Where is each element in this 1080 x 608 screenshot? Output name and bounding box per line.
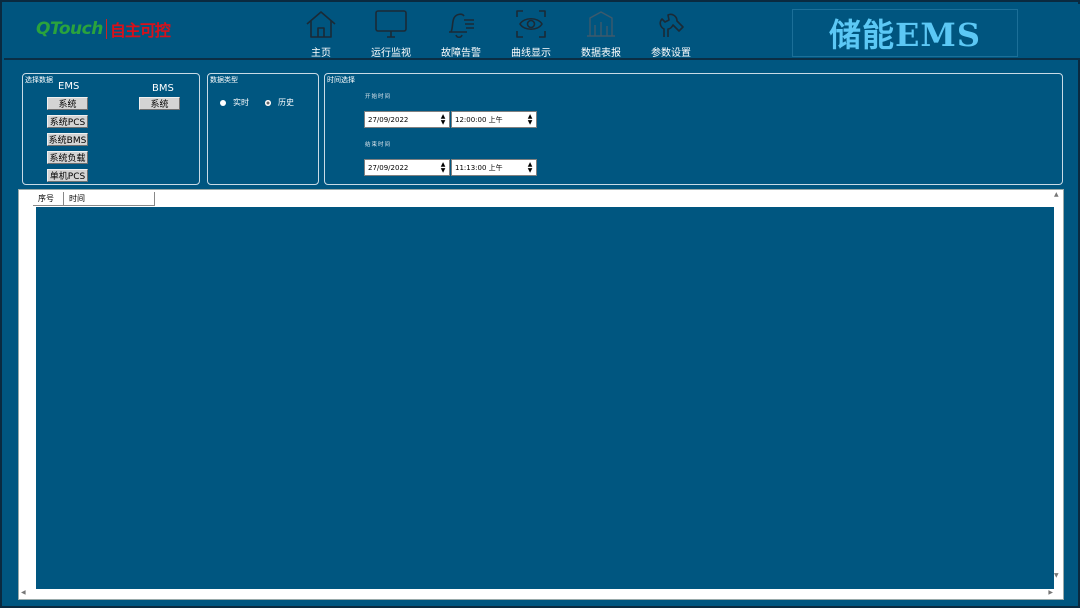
group-title: 时间选择 — [327, 76, 355, 84]
start-date-picker[interactable]: 27/09/2022 ▲ ▼ — [364, 111, 450, 128]
scroll-up-icon[interactable]: ▲ — [1054, 192, 1059, 198]
time-select-group: 时间选择 开始时间 27/09/2022 ▲ ▼ 12:00:00 上午 ▲ ▼ 结… — [324, 73, 1063, 185]
nav-label: 运行监视 — [371, 48, 411, 59]
bms-label: BMS — [152, 83, 174, 94]
bms-system-button[interactable]: 系统 — [139, 97, 180, 110]
radio-dot — [220, 99, 226, 106]
end-time-picker[interactable]: 11:13:00 上午 ▲ ▼ — [451, 159, 537, 176]
ems-system-button[interactable]: 系统 — [47, 97, 88, 110]
end-date-spinner[interactable]: ▲ ▼ — [438, 161, 448, 174]
data-table[interactable]: 序号 时间 ▲ ▼ ◀ ▶ — [18, 189, 1064, 600]
ems-label: EMS — [58, 81, 80, 92]
nav-label: 故障告警 — [441, 48, 481, 59]
radio-history[interactable]: 历史 — [265, 97, 294, 108]
nav-label: 数据表报 — [581, 48, 621, 59]
app-title: 储能EMS — [829, 16, 981, 54]
horizontal-scrollbar[interactable]: ◀ ▶ — [20, 589, 1054, 598]
ems-system-pcs-button[interactable]: 系统PCS — [47, 115, 88, 128]
eye-scan-icon — [513, 7, 549, 41]
radio-dot-selected — [265, 99, 271, 106]
start-time-value: 12:00:00 上午 — [455, 115, 503, 124]
vertical-scrollbar[interactable]: ▲ ▼ — [1053, 192, 1062, 589]
end-time-label: 结束时间 — [365, 142, 392, 148]
logo-latin: QTouch — [36, 19, 103, 39]
start-time-spinner[interactable]: ▲ ▼ — [525, 113, 535, 126]
start-date-value: 27/09/2022 — [368, 115, 409, 124]
nav-item-monitor[interactable]: 运行监视 — [356, 4, 426, 60]
app-title-box: 储能EMS — [792, 9, 1018, 57]
logo: QTouch 自主可控 — [36, 16, 171, 42]
data-type-group: 数据类型 实时 历史 — [207, 73, 319, 185]
end-date-value: 27/09/2022 — [368, 163, 409, 172]
radio-realtime[interactable]: 实时 — [220, 97, 249, 108]
start-time-picker[interactable]: 12:00:00 上午 ▲ ▼ — [451, 111, 537, 128]
nav-label: 主页 — [311, 48, 331, 59]
nav-item-settings[interactable]: 参数设置 — [636, 4, 706, 60]
ems-system-load-button[interactable]: 系统负载 — [47, 151, 88, 164]
nav-item-home[interactable]: 主页 — [286, 4, 356, 60]
end-time-value: 11:13:00 上午 — [455, 163, 503, 172]
column-header-time[interactable]: 时间 — [64, 192, 155, 206]
scroll-right-icon[interactable]: ▶ — [1048, 590, 1053, 596]
column-header-index[interactable]: 序号 — [33, 192, 64, 206]
start-time-label: 开始时间 — [365, 94, 392, 100]
select-data-group: 选择数据 EMS BMS 系统 系统PCS 系统BMS 系统负载 单机PCS 系… — [22, 73, 200, 185]
header-bar: QTouch 自主可控 主页 运行监视 故障告警 曲线显示 数据表报 参数设置 … — [4, 4, 1080, 60]
nav-label: 参数设置 — [651, 48, 691, 59]
ems-system-bms-button[interactable]: 系统BMS — [47, 133, 88, 146]
alarm-bell-icon — [443, 7, 479, 41]
main-nav: 主页 运行监视 故障告警 曲线显示 数据表报 参数设置 — [286, 4, 706, 60]
nav-item-curve[interactable]: 曲线显示 — [496, 4, 566, 60]
start-date-spinner[interactable]: ▲ ▼ — [438, 113, 448, 126]
logo-divider — [105, 19, 107, 39]
monitor-icon — [373, 7, 409, 41]
radio-label: 历史 — [278, 98, 294, 107]
app-window: QTouch 自主可控 主页 运行监视 故障告警 曲线显示 数据表报 参数设置 … — [0, 0, 1080, 608]
group-title: 选择数据 — [25, 76, 53, 84]
end-time-spinner[interactable]: ▲ ▼ — [525, 161, 535, 174]
ems-single-pcs-button[interactable]: 单机PCS — [47, 169, 88, 182]
scroll-left-icon[interactable]: ◀ — [21, 590, 26, 596]
radio-label: 实时 — [233, 98, 249, 107]
end-date-picker[interactable]: 27/09/2022 ▲ ▼ — [364, 159, 450, 176]
scroll-down-icon[interactable]: ▼ — [1054, 573, 1059, 579]
report-icon — [583, 7, 619, 41]
table-body — [36, 207, 1054, 589]
settings-icon — [653, 7, 689, 41]
group-title: 数据类型 — [210, 76, 238, 84]
nav-item-report[interactable]: 数据表报 — [566, 4, 636, 60]
logo-cn: 自主可控 — [109, 21, 171, 40]
table-header: 序号 时间 — [33, 192, 155, 206]
nav-item-alarm[interactable]: 故障告警 — [426, 4, 496, 60]
home-icon — [303, 7, 339, 41]
nav-label: 曲线显示 — [511, 48, 551, 59]
